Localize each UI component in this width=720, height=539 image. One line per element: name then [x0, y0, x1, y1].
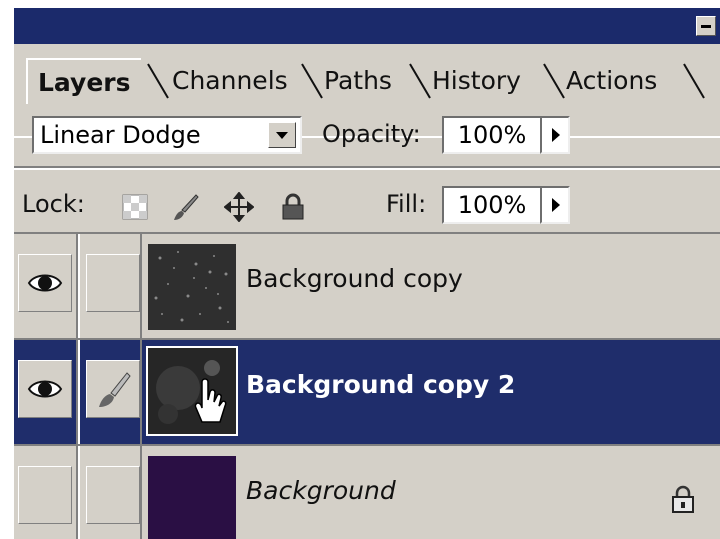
lock-image-pixels-brush-icon[interactable] — [170, 192, 200, 222]
tab-actions[interactable]: Actions — [566, 62, 657, 98]
layer-thumbnail[interactable] — [148, 244, 236, 330]
lock-icon — [670, 484, 696, 518]
lock-transparent-pixels-icon[interactable] — [120, 192, 150, 222]
layer-row-background[interactable]: Background — [14, 446, 720, 539]
column-divider — [140, 446, 142, 539]
layer-row-background-copy[interactable]: Background copy — [14, 234, 720, 338]
column-divider — [78, 446, 80, 539]
column-divider — [140, 340, 142, 444]
lock-position-move-icon[interactable] — [224, 192, 254, 222]
layer-visibility-toggle[interactable] — [18, 466, 72, 524]
layer-name[interactable]: Background copy 2 — [246, 370, 515, 399]
fill-label: Fill: — [386, 190, 427, 218]
layer-name[interactable]: Background — [246, 476, 396, 505]
chevron-down-icon[interactable] — [268, 122, 296, 148]
brush-icon — [99, 372, 131, 407]
panel-title-bar[interactable] — [14, 8, 720, 44]
eye-icon — [27, 274, 63, 292]
layer-visibility-toggle[interactable] — [18, 360, 72, 418]
tab-divider — [683, 63, 705, 99]
fill-slider-button[interactable] — [540, 186, 570, 224]
blend-mode-select[interactable]: Linear Dodge — [32, 116, 302, 154]
layer-thumbnail[interactable] — [146, 346, 238, 436]
tab-history[interactable]: History — [432, 62, 521, 98]
lock-label: Lock: — [22, 190, 85, 218]
column-divider — [78, 234, 80, 338]
tab-layers[interactable]: Layers — [26, 58, 141, 104]
opacity-slider-button[interactable] — [540, 116, 570, 154]
layer-thumbnail[interactable] — [148, 456, 236, 539]
panel-minimize-button[interactable] — [696, 16, 716, 36]
tab-divider — [543, 63, 565, 99]
divider — [14, 168, 720, 170]
layer-brush-toggle[interactable] — [86, 360, 140, 418]
layer-link-toggle[interactable] — [86, 466, 140, 524]
tab-divider — [301, 63, 323, 99]
tab-channels[interactable]: Channels — [172, 62, 288, 98]
lock-all-icon[interactable] — [278, 192, 308, 222]
eye-icon — [27, 380, 63, 398]
panel-tabs: Layers Channels Paths History Actions — [14, 44, 720, 138]
layer-visibility-toggle[interactable] — [18, 254, 72, 312]
column-divider — [140, 234, 142, 338]
layers-panel: Layers Channels Paths History Actions Li… — [14, 8, 720, 539]
tab-divider — [409, 63, 431, 99]
layer-link-toggle[interactable] — [86, 254, 140, 312]
tab-paths[interactable]: Paths — [324, 62, 392, 98]
opacity-label: Opacity: — [322, 120, 421, 148]
fill-input[interactable]: 100% — [442, 186, 542, 224]
layer-row-background-copy-2[interactable]: Background copy 2 — [14, 340, 720, 444]
layer-name[interactable]: Background copy — [246, 264, 463, 293]
opacity-input[interactable]: 100% — [442, 116, 542, 154]
column-divider — [78, 340, 80, 444]
tab-divider — [147, 63, 169, 99]
